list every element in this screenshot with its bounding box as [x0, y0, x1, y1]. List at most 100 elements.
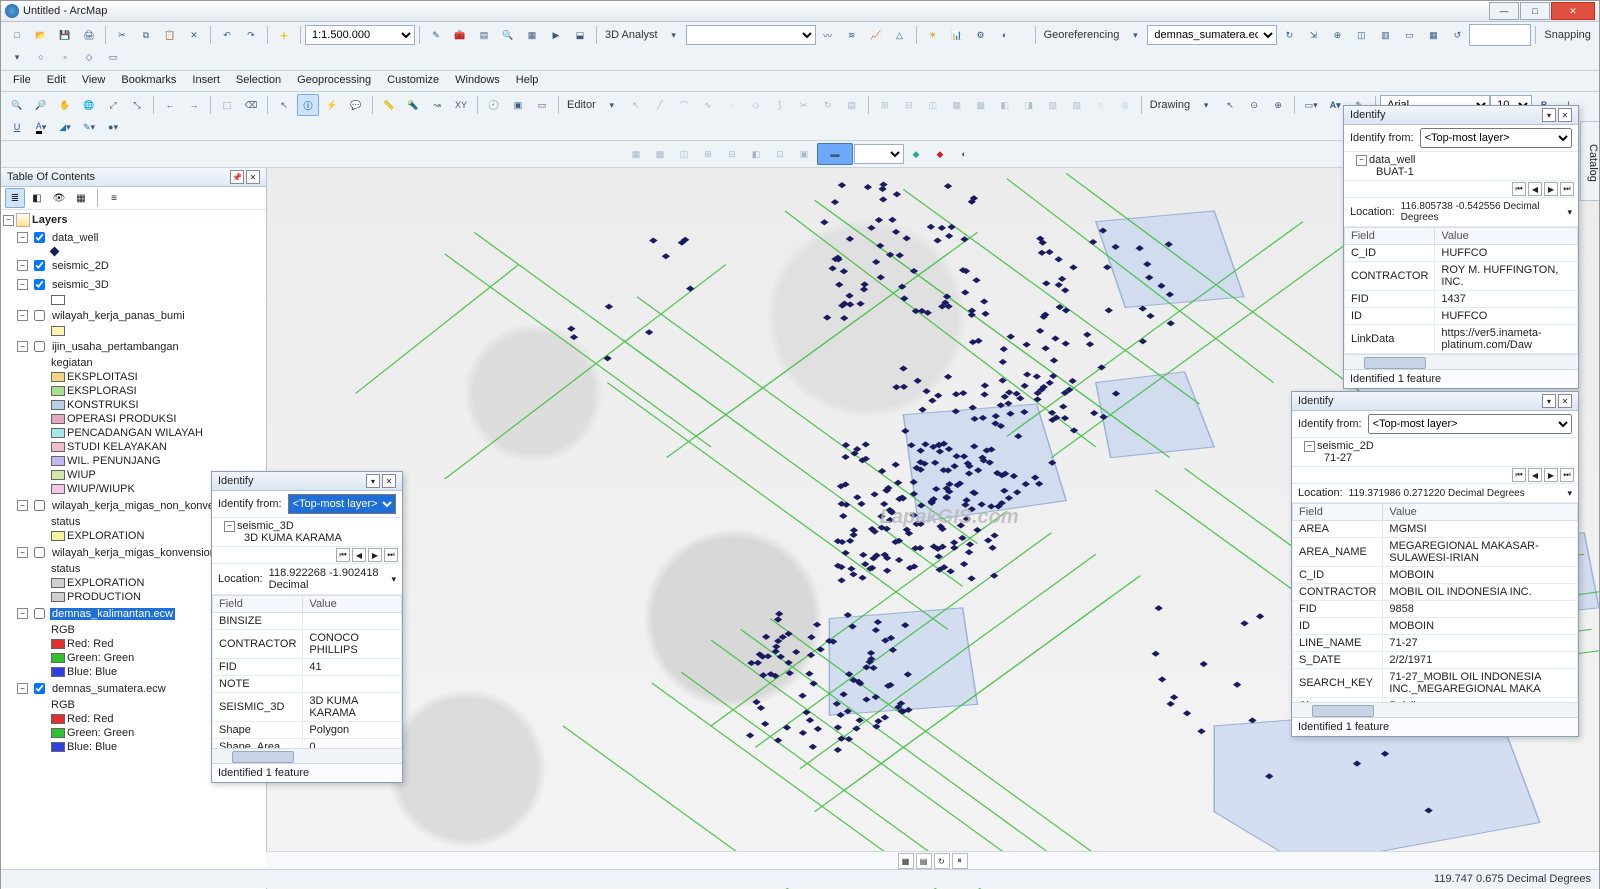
menu-windows[interactable]: Windows — [447, 71, 508, 91]
copy-icon[interactable]: ⧉ — [135, 24, 157, 46]
menu-view[interactable]: View — [74, 71, 114, 91]
toc-list-by-drawing-icon[interactable]: ≣ — [5, 188, 25, 208]
add-data-icon[interactable]: ＋ — [273, 24, 295, 46]
identify2-first-icon[interactable]: ⏮ — [1512, 182, 1526, 196]
toc-layer-checkbox[interactable] — [34, 608, 45, 619]
minimize-button[interactable]: — — [1489, 2, 1519, 20]
toc-close-icon[interactable]: ✕ — [246, 170, 260, 184]
fill-color-icon[interactable]: ◢▾ — [54, 116, 76, 138]
delete-icon[interactable]: ✕ — [183, 24, 205, 46]
tool-icon[interactable]: ◐ — [994, 24, 1016, 46]
snap-point-icon[interactable]: ○ — [30, 46, 52, 68]
x11-icon[interactable]: ◐ — [953, 143, 975, 165]
identify3-loc-opt-icon[interactable]: ▾ — [1567, 488, 1572, 499]
georef-del-icon[interactable]: ▭ — [1398, 24, 1420, 46]
cut-icon[interactable]: ✂ — [111, 24, 133, 46]
draw-rect-icon[interactable]: ▭▾ — [1300, 94, 1322, 116]
measure-icon[interactable]: 📏 — [378, 94, 400, 116]
font-color-icon[interactable]: A▾ — [30, 116, 52, 138]
snap-edge-icon[interactable]: ▭ — [102, 46, 124, 68]
identify1-hscroll[interactable] — [212, 748, 402, 763]
extra-dropdown[interactable] — [854, 144, 904, 164]
snap-vertex-icon[interactable]: ◇ — [78, 46, 100, 68]
menu-help[interactable]: Help — [508, 71, 547, 91]
settings-icon[interactable]: ⚙ — [970, 24, 992, 46]
find-icon[interactable]: 🔦 — [402, 94, 424, 116]
line-color-icon[interactable]: ✎▾ — [78, 116, 100, 138]
hyperlink-icon[interactable]: ⚡ — [321, 94, 343, 116]
draw-rotate-icon[interactable]: ⊙ — [1243, 94, 1265, 116]
save-icon[interactable]: 💾 — [54, 24, 76, 46]
fixed-zoom-in-icon[interactable]: ⤢ — [102, 94, 124, 116]
toc-layer-label[interactable]: wilayah_kerja_panas_bumi — [50, 310, 187, 322]
identify3-hscroll[interactable] — [1292, 702, 1578, 717]
graph-icon[interactable]: 📊 — [946, 24, 968, 46]
identify2-tree[interactable]: −data_well BUAT-1 — [1344, 152, 1578, 180]
data-view-icon[interactable]: ▦ — [898, 853, 914, 869]
identify-panel-seismic2d[interactable]: Identify ▾✕ Identify from: <Top-most lay… — [1291, 391, 1579, 737]
toc-list-by-visibility-icon[interactable]: 👁 — [49, 188, 69, 208]
marker-color-icon[interactable]: ●▾ — [102, 116, 124, 138]
identify3-from-dropdown[interactable]: <Top-most layer> — [1368, 414, 1572, 434]
scale-dropdown[interactable]: 1:1.500.000 — [305, 25, 415, 45]
tin-icon[interactable]: △ — [889, 24, 911, 46]
model-icon[interactable]: ⬓ — [569, 24, 591, 46]
georef-rotate-icon[interactable]: ↻ — [1278, 24, 1300, 46]
editor-toolbar-icon[interactable]: ✎ — [425, 24, 447, 46]
identify2-hscroll[interactable] — [1344, 354, 1578, 369]
clear-selection-icon[interactable]: ⌫ — [240, 94, 262, 116]
identify1-next-icon[interactable]: ▶ — [368, 548, 382, 562]
menu-file[interactable]: File — [5, 71, 39, 91]
identify2-prev-icon[interactable]: ◀ — [1528, 182, 1542, 196]
identify3-tree[interactable]: −seismic_2D 71-27 — [1292, 438, 1578, 466]
toc-layer-label[interactable]: seismic_3D — [50, 279, 111, 291]
full-extent-icon[interactable]: 🌐 — [78, 94, 100, 116]
underline-icon[interactable]: U — [6, 116, 28, 138]
select-features-icon[interactable]: ⬚ — [216, 94, 238, 116]
toolbox-icon[interactable]: 🧰 — [449, 24, 471, 46]
identify2-menu-icon[interactable]: ▾ — [1542, 108, 1556, 122]
time-slider-icon[interactable]: 🕘 — [483, 94, 505, 116]
paste-icon[interactable]: 📋 — [159, 24, 181, 46]
catalog-icon[interactable]: ▤ — [473, 24, 495, 46]
identify2-next-icon[interactable]: ▶ — [1544, 182, 1558, 196]
x9-icon[interactable]: ◆ — [905, 143, 927, 165]
fixed-zoom-out-icon[interactable]: ⤡ — [126, 94, 148, 116]
pan-icon[interactable]: ✋ — [54, 94, 76, 116]
toc-layer-label[interactable]: data_well — [50, 232, 100, 244]
snapping-dropdown-icon[interactable]: ▾ — [6, 46, 28, 68]
identify1-menu-icon[interactable]: ▾ — [366, 474, 380, 488]
identify1-tree[interactable]: −seismic_3D 3D KUMA KARAMA — [212, 518, 402, 546]
catalog-tab[interactable]: Catalog — [1580, 121, 1599, 201]
georef-reset-icon[interactable]: ↺ — [1446, 24, 1468, 46]
identify-panel-well[interactable]: Identify ▾✕ Identify from: <Top-most lay… — [1343, 105, 1579, 389]
identify3-prev-icon[interactable]: ◀ — [1528, 468, 1542, 482]
zoom-in-icon[interactable]: 🔍 — [6, 94, 28, 116]
toc-options-icon[interactable]: ≡ — [104, 188, 124, 208]
open-icon[interactable]: 📂 — [30, 24, 52, 46]
arctoolbox-icon[interactable]: ▦ — [521, 24, 543, 46]
selected-tool-icon[interactable]: ▬ — [817, 143, 853, 165]
redo-icon[interactable]: ↷ — [240, 24, 262, 46]
menu-selection[interactable]: Selection — [228, 71, 289, 91]
identify3-next-icon[interactable]: ▶ — [1544, 468, 1558, 482]
menu-insert[interactable]: Insert — [184, 71, 228, 91]
find-route-icon[interactable]: ↝ — [426, 94, 448, 116]
editor-dropdown-icon[interactable]: ▾ — [601, 94, 623, 116]
identify3-close-icon[interactable]: ✕ — [1558, 394, 1572, 408]
window-tool-icon[interactable]: ▭ — [531, 94, 553, 116]
menu-edit[interactable]: Edit — [39, 71, 74, 91]
toc-layer-checkbox[interactable] — [34, 547, 45, 558]
identify1-first-icon[interactable]: ⏮ — [336, 548, 350, 562]
georef-shift-icon[interactable]: ⇲ — [1302, 24, 1324, 46]
layout-view-icon[interactable]: ▤ — [916, 853, 932, 869]
identify1-prev-icon[interactable]: ◀ — [352, 548, 366, 562]
zoom-out-icon[interactable]: 🔎 — [30, 94, 52, 116]
pause-draw-icon[interactable]: ⏸ — [952, 853, 968, 869]
identify2-from-dropdown[interactable]: <Top-most layer> — [1420, 128, 1572, 148]
toc-layer-checkbox[interactable] — [34, 341, 45, 352]
identify2-last-icon[interactable]: ⏭ — [1560, 182, 1574, 196]
toc-layer-label[interactable]: demnas_kalimantan.ecw — [50, 608, 175, 620]
toc-layer-checkbox[interactable] — [34, 310, 45, 321]
georef-layer-dropdown[interactable]: demnas_sumatera.ecw — [1147, 25, 1277, 45]
